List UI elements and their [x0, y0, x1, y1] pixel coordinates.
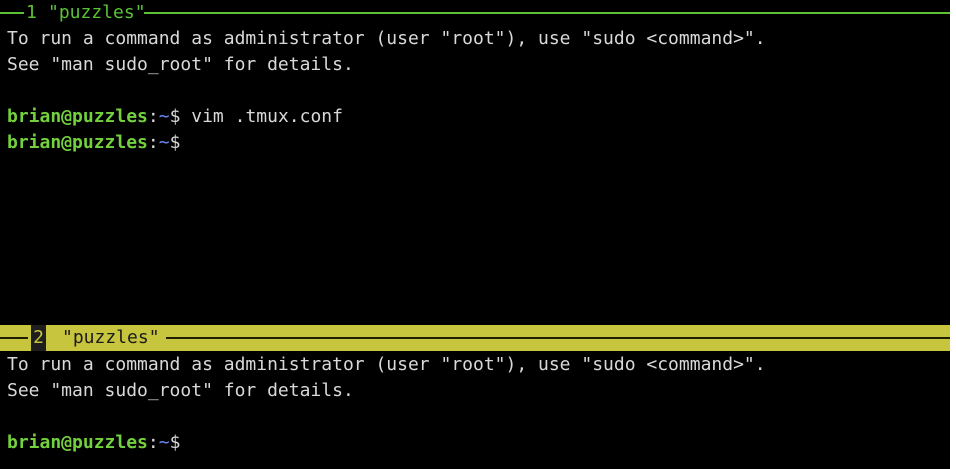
- border-rule: [166, 337, 950, 339]
- border-rule: [0, 337, 28, 339]
- terminal-window[interactable]: 1 "puzzles" To run a command as administ…: [0, 0, 950, 469]
- shell-prompt[interactable]: brian@puzzles:~$: [7, 130, 180, 156]
- prompt-colon: :: [147, 432, 159, 453]
- prompt-path: ~: [158, 132, 170, 153]
- border-rule: [0, 12, 24, 14]
- border-rule: [144, 12, 950, 14]
- prompt-user-host: brian@puzzles: [7, 432, 148, 453]
- motd-line: See "man sudo_root" for details.: [7, 380, 354, 401]
- motd-line: See "man sudo_root" for details.: [7, 54, 354, 75]
- prompt-user-host: brian@puzzles: [7, 106, 148, 127]
- prompt-path: ~: [158, 432, 170, 453]
- pane-1-index: 1: [26, 2, 37, 23]
- pane-2-border: 2 "puzzles": [0, 325, 950, 351]
- motd-line: To run a command as administrator (user …: [7, 354, 766, 375]
- pane-2-index: 2: [31, 325, 46, 351]
- pane-1-title: "puzzles": [48, 2, 146, 23]
- prompt-command: vim .tmux.conf: [180, 106, 343, 127]
- prompt-symbol: $: [169, 132, 181, 153]
- prompt-colon: :: [147, 132, 159, 153]
- motd-line: To run a command as administrator (user …: [7, 28, 766, 49]
- prompt-path: ~: [158, 106, 170, 127]
- shell-prompt: brian@puzzles:~$ vim .tmux.conf: [7, 104, 343, 130]
- prompt-colon: :: [147, 106, 159, 127]
- prompt-user-host: brian@puzzles: [7, 132, 148, 153]
- prompt-symbol: $: [169, 432, 181, 453]
- pane-2-title: "puzzles": [62, 327, 160, 348]
- prompt-symbol: $: [169, 106, 181, 127]
- pane-1-border: 1 "puzzles": [0, 0, 950, 26]
- shell-prompt[interactable]: brian@puzzles:~$: [7, 430, 180, 456]
